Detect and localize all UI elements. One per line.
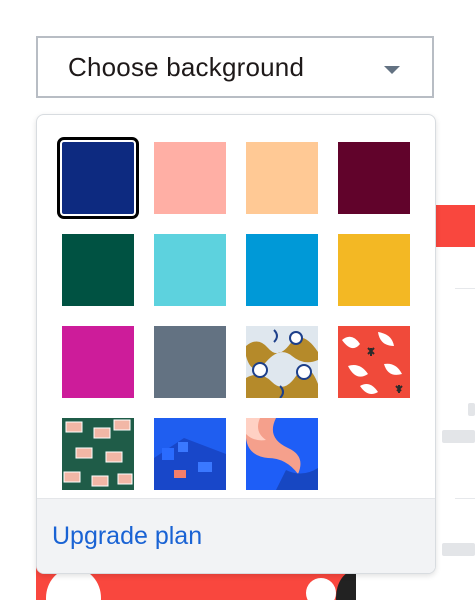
swatch-wine[interactable] [338, 142, 410, 214]
swatch-blue-blocks-pattern[interactable] [154, 418, 226, 490]
swatch-pink[interactable] [154, 142, 226, 214]
swatch-ocean[interactable] [246, 234, 318, 306]
swatch-peach[interactable] [246, 142, 318, 214]
swatch-gold[interactable] [338, 234, 410, 306]
swatch-slate[interactable] [154, 326, 226, 398]
green-boxes-pattern-image [62, 418, 134, 490]
swatch-red-white-pattern[interactable] [338, 326, 410, 398]
cream-gold-pattern-image [246, 326, 318, 398]
swatch-cream-gold-pattern[interactable] [246, 326, 318, 398]
swatch-navy[interactable] [57, 137, 139, 219]
background-text-bar [468, 403, 475, 416]
background-divider [455, 288, 475, 289]
blue-blocks-pattern-image [154, 418, 226, 490]
background-text-bar [442, 543, 475, 556]
swatch-blue-swoosh-pattern[interactable] [246, 418, 318, 490]
background-card [430, 205, 475, 247]
swatch-forest[interactable] [62, 234, 134, 306]
swatch-aqua[interactable] [154, 234, 226, 306]
chevron-down-icon [384, 66, 400, 74]
swatch-magenta[interactable] [62, 326, 134, 398]
swatch-green-boxes-pattern[interactable] [62, 418, 134, 490]
blue-swoosh-pattern-image [246, 418, 318, 490]
dropdown-label: Choose background [68, 51, 305, 82]
background-text-bar [442, 430, 475, 443]
upgrade-plan-link[interactable]: Upgrade plan [52, 522, 202, 551]
background-divider [455, 498, 475, 499]
background-swatch-grid [57, 137, 422, 522]
choose-background-dropdown[interactable]: Choose background [36, 36, 434, 98]
red-white-pattern-image [338, 326, 410, 398]
menu-footer: Upgrade plan [37, 498, 435, 573]
background-menu: Upgrade plan [36, 114, 436, 574]
